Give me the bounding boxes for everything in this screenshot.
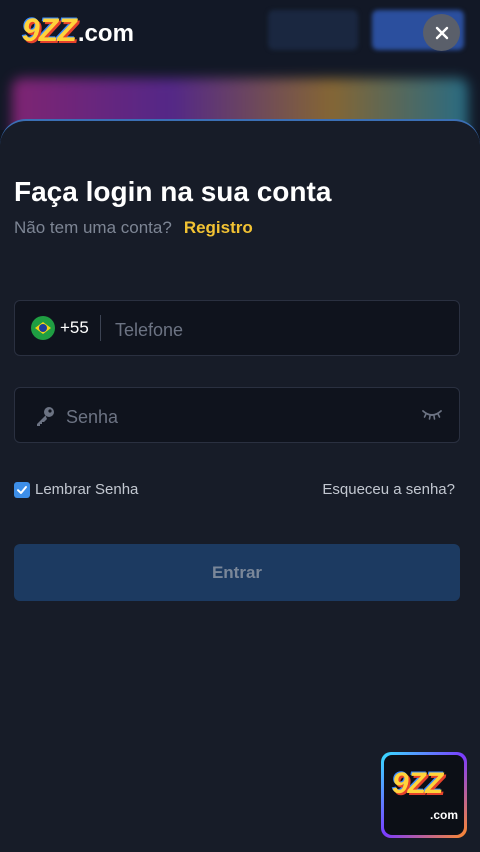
close-button[interactable]	[423, 14, 460, 51]
app-logo-suffix: .com	[430, 808, 459, 822]
register-link[interactable]: Registro	[184, 218, 253, 237]
country-code[interactable]: +55	[60, 318, 89, 338]
phone-field: +55	[14, 300, 460, 356]
register-prompt: Não tem uma conta? Registro	[14, 218, 253, 238]
page-title: Faça login na sua conta	[14, 176, 332, 207]
login-modal: Faça login na sua conta Não tem uma cont…	[0, 119, 480, 852]
remember-password[interactable]: Lembrar Senha	[14, 481, 138, 498]
background-login-button	[268, 10, 358, 50]
key-icon	[37, 407, 54, 426]
brazil-flag-icon[interactable]	[31, 316, 55, 340]
close-icon	[435, 26, 448, 39]
login-submit-button[interactable]: Entrar	[14, 544, 460, 601]
password-input[interactable]	[64, 402, 408, 432]
app-logo: 9ZZ .com	[384, 755, 464, 835]
logo-suffix: .com	[77, 20, 134, 47]
phone-input[interactable]	[113, 315, 447, 345]
app-logo-mark: 9ZZ	[392, 767, 443, 800]
password-field	[14, 387, 460, 443]
checkmark-icon	[17, 485, 27, 494]
logo-mark: 9ZZ	[22, 12, 77, 48]
remember-checkbox[interactable]	[14, 481, 30, 498]
remember-label[interactable]: Lembrar Senha	[35, 481, 138, 498]
eye-closed-icon[interactable]	[421, 406, 443, 422]
floating-app-button[interactable]: 9ZZ .com	[381, 752, 467, 838]
forgot-password-link[interactable]: Esqueceu a senha?	[322, 481, 455, 498]
no-account-text: Não tem uma conta?	[14, 218, 172, 237]
site-logo: 9ZZ .com	[22, 14, 134, 46]
divider	[100, 315, 101, 341]
